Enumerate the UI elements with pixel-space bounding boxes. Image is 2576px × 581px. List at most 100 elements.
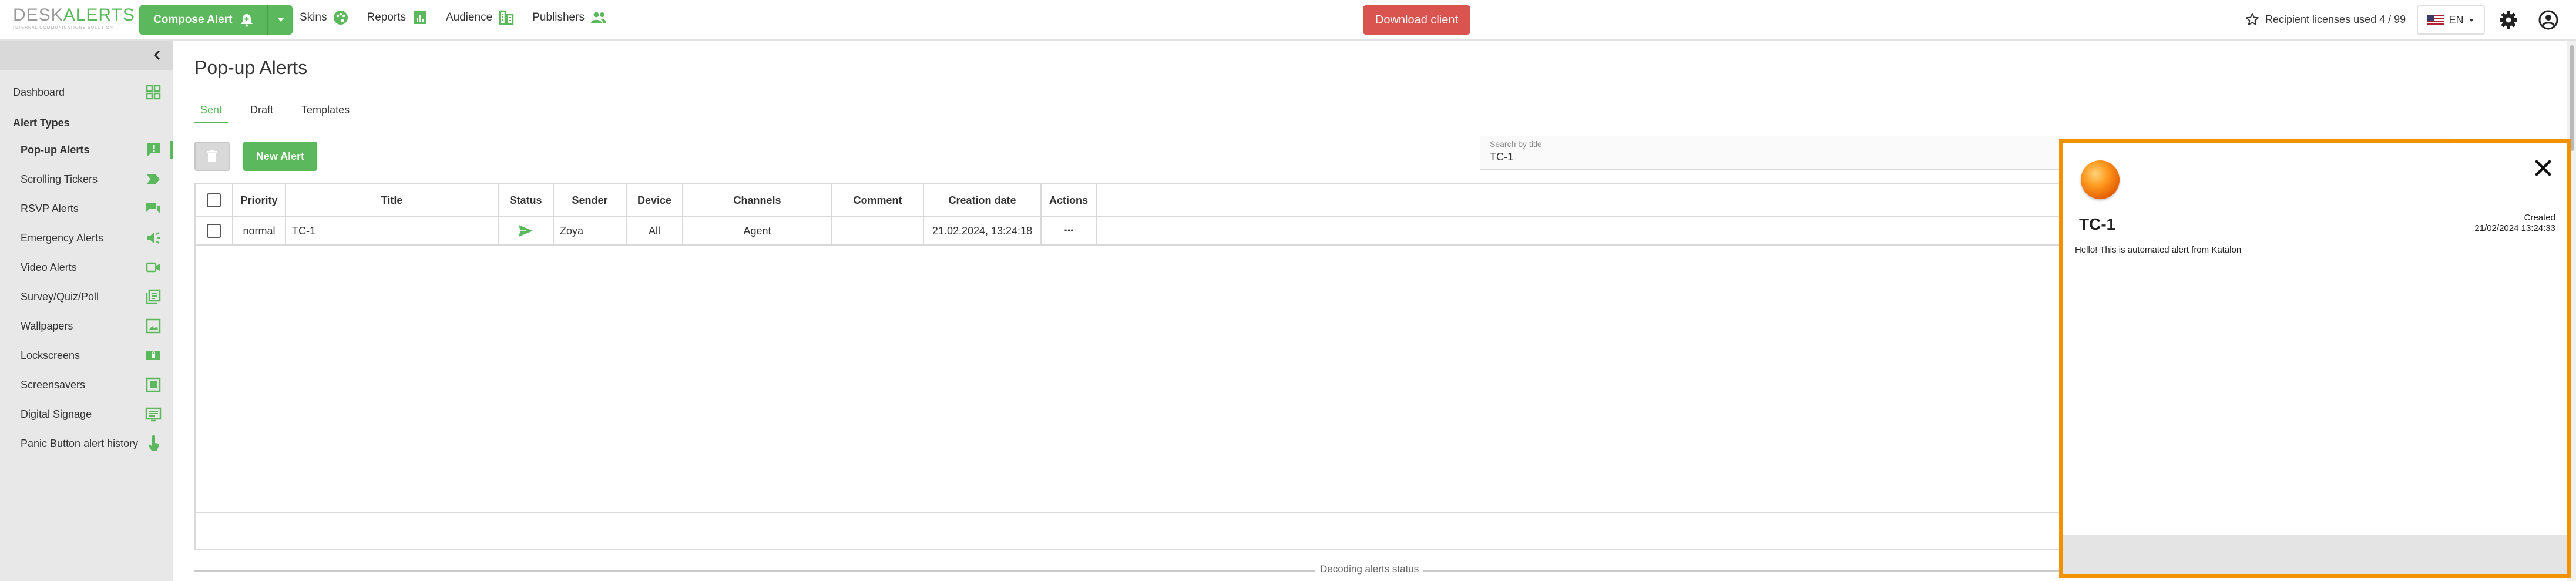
sidebar: Dashboard Alert Types Pop-up Alerts Scro… <box>0 41 173 581</box>
lockscreen-icon <box>146 351 160 360</box>
top-bar: DESKALERTS INTERNAL COMMUNICATIONS SOLUT… <box>0 0 2576 41</box>
chevron-left-icon <box>153 50 160 61</box>
wallpaper-icon <box>146 318 161 334</box>
gear-icon[interactable] <box>2498 9 2519 31</box>
ticker-icon <box>147 174 160 184</box>
delete-button[interactable] <box>194 142 230 171</box>
caret-down-icon <box>2468 18 2474 22</box>
sidebar-item-label: Pop-up Alerts <box>21 143 90 156</box>
language-selector[interactable]: EN <box>2417 5 2485 35</box>
sidebar-item-label: Digital Signage <box>21 408 92 420</box>
logo-tagline: INTERNAL COMMUNICATIONS SOLUTION <box>13 26 113 30</box>
sidebar-item-video-alerts[interactable]: Video Alerts <box>0 253 173 282</box>
compose-dropdown-button[interactable] <box>267 5 293 35</box>
recipient-licenses[interactable]: Recipient licenses used 4 / 99 <box>2245 9 2406 29</box>
rsvp-icon <box>146 203 160 214</box>
sidebar-item-emergency-alerts[interactable]: Emergency Alerts <box>0 223 173 253</box>
tab-sent[interactable]: Sent <box>194 104 229 123</box>
sidebar-item-wallpapers[interactable]: Wallpapers <box>0 311 173 341</box>
video-icon <box>146 262 160 273</box>
sidebar-item-lockscreens[interactable]: Lockscreens <box>0 341 173 370</box>
select-all-checkbox[interactable] <box>207 193 221 207</box>
screensaver-icon <box>146 377 161 392</box>
emergency-icon <box>147 231 160 244</box>
popup-created-date: 21/02/2024 13:24:33 <box>2474 223 2555 233</box>
nav-audience[interactable]: Audience <box>446 8 515 27</box>
popup-alert-preview: TC-1 Created 21/02/2024 13:24:33 Hello! … <box>2059 139 2571 578</box>
caret-down-icon <box>277 18 284 22</box>
header-channels[interactable]: Channels <box>683 184 832 216</box>
popup-title: TC-1 <box>2079 215 2116 233</box>
signage-icon <box>145 407 162 422</box>
nav-audience-label: Audience <box>446 11 493 23</box>
cell-status <box>499 217 554 244</box>
sidebar-item-label: Video Alerts <box>21 261 77 273</box>
cell-device: All <box>627 217 683 244</box>
sidebar-item-label: Emergency Alerts <box>21 231 104 244</box>
select-all-cell <box>196 184 233 216</box>
deskalerts-logo[interactable]: DESKALERTS INTERNAL COMMUNICATIONS SOLUT… <box>13 5 135 32</box>
sidebar-item-dashboard[interactable]: Dashboard <box>0 76 173 109</box>
popup-footer <box>2063 535 2567 574</box>
logo-text-accent: ALERTS <box>63 5 135 25</box>
compose-alert-button[interactable]: Compose Alert <box>139 5 268 35</box>
close-icon[interactable] <box>2533 158 2553 178</box>
header-title[interactable]: Title <box>286 184 499 216</box>
bell-plus-icon <box>241 14 253 27</box>
header-actions: Actions <box>1042 184 1097 216</box>
header-status[interactable]: Status <box>499 184 554 216</box>
dashboard-grid-icon <box>146 85 161 100</box>
new-alert-button[interactable]: New Alert <box>243 142 317 171</box>
trash-icon <box>207 150 217 162</box>
sidebar-item-panic-button-history[interactable]: Panic Button alert history <box>0 429 173 458</box>
sidebar-item-label: Dashboard <box>13 86 65 98</box>
chart-icon <box>414 11 426 24</box>
more-options-icon: ··· <box>1064 223 1074 238</box>
sidebar-item-survey-quiz-poll[interactable]: Survey/Quiz/Poll <box>0 282 173 311</box>
row-select-cell <box>196 217 233 244</box>
nav-publishers[interactable]: Publishers <box>532 8 607 27</box>
sidebar-item-scrolling-tickers[interactable]: Scrolling Tickers <box>0 164 173 194</box>
sidebar-item-label: Survey/Quiz/Poll <box>21 290 99 303</box>
survey-icon <box>146 289 161 304</box>
row-actions-menu[interactable]: ··· <box>1042 217 1097 244</box>
scrollbar-thumb[interactable] <box>2570 45 2574 151</box>
org-chart-icon <box>499 10 514 25</box>
nav-reports[interactable]: Reports <box>367 8 428 27</box>
tab-templates[interactable]: Templates <box>295 104 355 123</box>
cell-title[interactable]: TC-1 <box>286 217 499 244</box>
panic-button-icon <box>148 435 159 451</box>
header-comment[interactable]: Comment <box>832 184 924 216</box>
compose-alert-label: Compose Alert <box>153 14 233 26</box>
user-account-icon[interactable] <box>2538 9 2559 31</box>
sidebar-item-digital-signage[interactable]: Digital Signage <box>0 399 173 429</box>
cell-creation-date: 21.02.2024, 13:24:18 <box>924 217 1042 244</box>
sidebar-item-label: RSVP Alerts <box>21 202 79 214</box>
top-nav: Skins Reports Audience Publishers <box>300 8 607 27</box>
nav-skins[interactable]: Skins <box>300 8 349 27</box>
header-device[interactable]: Device <box>627 184 683 216</box>
star-icon <box>2246 13 2259 25</box>
sidebar-item-label: Panic Button alert history <box>21 437 139 449</box>
popup-created-label: Created <box>2524 213 2555 223</box>
sidebar-collapse-button[interactable] <box>0 41 173 70</box>
sidebar-item-popup-alerts[interactable]: Pop-up Alerts <box>0 135 173 164</box>
tab-draft[interactable]: Draft <box>244 104 279 123</box>
palette-icon <box>334 11 348 25</box>
nav-publishers-label: Publishers <box>532 11 585 23</box>
sent-icon <box>519 225 533 237</box>
header-sender[interactable]: Sender <box>554 184 627 216</box>
row-checkbox[interactable] <box>207 224 221 238</box>
compose-alert-group: Compose Alert <box>139 5 293 35</box>
popup-alert-icon <box>147 143 160 157</box>
cell-sender: Zoya <box>554 217 627 244</box>
header-creation-date[interactable]: Creation date <box>924 184 1042 216</box>
sidebar-item-screensavers[interactable]: Screensavers <box>0 370 173 399</box>
logo-text: DESK <box>13 5 63 25</box>
sidebar-item-rsvp-alerts[interactable]: RSVP Alerts <box>0 194 173 223</box>
header-priority[interactable]: Priority <box>233 184 286 216</box>
sidebar-item-label: Screensavers <box>21 378 86 391</box>
download-client-button[interactable]: Download client <box>1363 5 1470 35</box>
language-label: EN <box>2449 14 2464 26</box>
cell-priority: normal <box>233 217 286 244</box>
